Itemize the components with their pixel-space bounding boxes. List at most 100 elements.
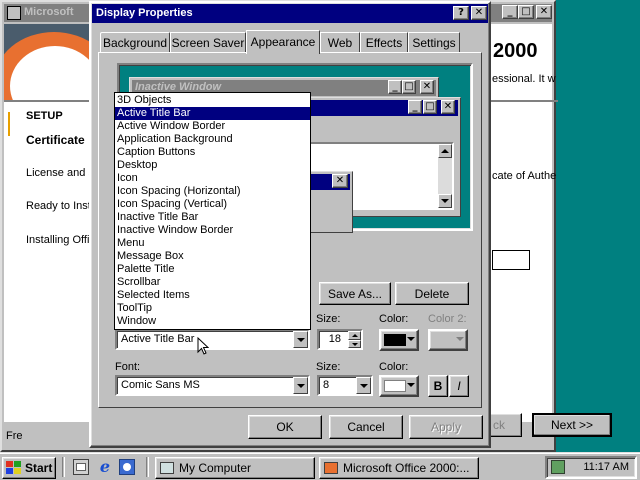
item-color-button[interactable] bbox=[379, 329, 419, 351]
font-dropdown[interactable]: Comic Sans MS bbox=[115, 375, 310, 396]
item-color-arrow-icon bbox=[407, 337, 415, 341]
cancel-button[interactable]: Cancel bbox=[329, 415, 403, 439]
item-size-spinner[interactable]: 18 bbox=[317, 329, 363, 350]
font-size-dropdown[interactable]: 8 bbox=[317, 375, 373, 396]
item-dropdown-arrow-icon[interactable] bbox=[293, 331, 308, 348]
item-list-option[interactable]: Menu bbox=[115, 237, 310, 250]
tab-web[interactable]: Web bbox=[320, 32, 360, 52]
tab-strip: Background Screen Saver Appearance Web E… bbox=[98, 30, 478, 54]
ok-button[interactable]: OK bbox=[248, 415, 322, 439]
setup-title: Microsoft bbox=[24, 6, 74, 18]
font-dropdown-value: Comic Sans MS bbox=[121, 379, 200, 391]
mouse-cursor-icon bbox=[197, 337, 209, 355]
internet-explorer-icon[interactable]: e bbox=[96, 458, 114, 476]
item-list-option[interactable]: Active Window Border bbox=[115, 120, 310, 133]
font-color-arrow-icon bbox=[407, 383, 415, 387]
setup-text-field[interactable] bbox=[492, 250, 530, 270]
setup-step-ready: Ready to Inst bbox=[26, 200, 91, 212]
quick-launch-end-divider bbox=[146, 457, 149, 477]
outlook-express-icon[interactable] bbox=[119, 459, 135, 475]
item-list-option[interactable]: Message Box bbox=[115, 250, 310, 263]
appearance-panel: Inactive Window _ □ ✕ _ □ ✕ ✕ Save As...… bbox=[98, 52, 482, 408]
item-list-option[interactable]: Palette Title bbox=[115, 263, 310, 276]
help-icon[interactable]: ? bbox=[453, 6, 469, 20]
tab-appearance[interactable]: Appearance bbox=[246, 30, 320, 54]
setup-paragraph-1: essional. It will guide you bbox=[492, 73, 556, 85]
setup-close-icon[interactable]: ✕ bbox=[536, 5, 552, 19]
start-button[interactable]: Start bbox=[2, 457, 56, 479]
item-color2-arrow-icon bbox=[456, 337, 464, 341]
task-my-computer[interactable]: My Computer bbox=[155, 457, 315, 479]
item-list-option[interactable]: Icon bbox=[115, 172, 310, 185]
item-list-option[interactable]: ToolTip bbox=[115, 302, 310, 315]
preview-inactive-maximize-icon: □ bbox=[402, 80, 416, 94]
office-logo bbox=[4, 24, 90, 100]
tab-settings[interactable]: Settings bbox=[408, 32, 460, 52]
tab-screen-saver[interactable]: Screen Saver bbox=[170, 32, 246, 52]
preview-inactive-minimize-icon: _ bbox=[388, 80, 402, 94]
show-desktop-icon[interactable] bbox=[73, 459, 89, 475]
clock[interactable]: 11:17 AM bbox=[583, 461, 629, 473]
item-size-up-icon[interactable] bbox=[348, 331, 361, 340]
font-label: Font: bbox=[115, 361, 141, 373]
item-size-down-icon[interactable] bbox=[348, 340, 361, 348]
office-setup-icon bbox=[324, 462, 338, 474]
preview-message-close-icon: ✕ bbox=[332, 174, 348, 188]
setup-steps-pane: SETUP Certificate License and S Ready to… bbox=[4, 102, 96, 422]
font-color-button[interactable] bbox=[379, 375, 419, 397]
item-list-option[interactable]: Icon Spacing (Vertical) bbox=[115, 198, 310, 211]
setup-maximize-icon[interactable]: □ bbox=[518, 5, 534, 19]
item-list-option[interactable]: Inactive Title Bar bbox=[115, 211, 310, 224]
preview-scrollbar bbox=[438, 144, 452, 208]
dialog-title: Display Properties bbox=[96, 7, 193, 19]
tab-effects[interactable]: Effects bbox=[360, 32, 408, 52]
bold-button[interactable]: B bbox=[428, 375, 448, 397]
quick-launch-divider bbox=[62, 457, 65, 477]
save-as-button[interactable]: Save As... bbox=[319, 282, 391, 305]
item-dropdown[interactable]: Active Title Bar bbox=[115, 329, 310, 350]
setup-step-setup: SETUP bbox=[26, 110, 63, 122]
system-tray: 11:17 AM bbox=[545, 456, 637, 479]
display-properties-dialog: Display Properties ? ✕ Background Screen… bbox=[89, 1, 491, 448]
item-list-option[interactable]: Window bbox=[115, 315, 310, 328]
italic-button[interactable]: I bbox=[449, 375, 469, 397]
font-dropdown-arrow-icon[interactable] bbox=[293, 377, 308, 394]
setup-header-text: 2000 bbox=[493, 40, 538, 62]
item-list-option[interactable]: Icon Spacing (Horizontal) bbox=[115, 185, 310, 198]
setup-minimize-icon[interactable]: _ bbox=[502, 5, 518, 19]
font-size-label: Size: bbox=[316, 361, 341, 373]
preview-active-close-icon: ✕ bbox=[441, 100, 455, 114]
setup-step-installing: Installing Offi bbox=[26, 234, 90, 246]
item-list-option[interactable]: Active Title Bar bbox=[115, 107, 310, 120]
setup-footer-text: Fre bbox=[6, 430, 23, 442]
item-list-option[interactable]: Application Background bbox=[115, 133, 310, 146]
tab-background[interactable]: Background bbox=[100, 32, 170, 52]
item-list-option[interactable]: 3D Objects bbox=[115, 94, 310, 107]
preview-active-maximize-icon: □ bbox=[423, 100, 437, 114]
setup-step-certificate: Certificate bbox=[26, 133, 85, 147]
network-tray-icon[interactable] bbox=[551, 460, 565, 474]
setup-app-icon bbox=[7, 6, 21, 20]
item-list-option[interactable]: Desktop bbox=[115, 159, 310, 172]
dialog-title-bar: Display Properties ? ✕ bbox=[92, 4, 488, 23]
setup-next-button[interactable]: Next >> bbox=[532, 413, 612, 437]
item-list-option[interactable]: Scrollbar bbox=[115, 276, 310, 289]
item-dropdown-list[interactable]: 3D Objects Active Title Bar Active Window … bbox=[114, 92, 311, 330]
font-size-arrow-icon[interactable] bbox=[356, 377, 371, 394]
setup-back-button[interactable]: ck bbox=[488, 413, 522, 437]
font-size-value: 8 bbox=[323, 379, 330, 391]
item-list-option[interactable]: Inactive Window Border bbox=[115, 224, 310, 237]
item-size-label: Size: bbox=[316, 313, 341, 325]
item-list-option[interactable]: Caption Buttons bbox=[115, 146, 310, 159]
item-dropdown-value: Active Title Bar bbox=[121, 333, 195, 345]
delete-button[interactable]: Delete bbox=[395, 282, 469, 305]
item-list-option[interactable]: Selected Items bbox=[115, 289, 310, 302]
dialog-close-icon[interactable]: ✕ bbox=[471, 6, 487, 20]
item-size-value: 18 bbox=[328, 333, 341, 345]
apply-button: Apply bbox=[409, 415, 483, 439]
setup-paragraph-2: cate of Authenticity. bbox=[492, 170, 556, 182]
task-office-setup-label: Microsoft Office 2000:... bbox=[343, 461, 470, 475]
preview-inactive-close-icon: ✕ bbox=[420, 80, 434, 94]
task-office-setup[interactable]: Microsoft Office 2000:... bbox=[319, 457, 479, 479]
task-my-computer-label: My Computer bbox=[179, 461, 252, 475]
